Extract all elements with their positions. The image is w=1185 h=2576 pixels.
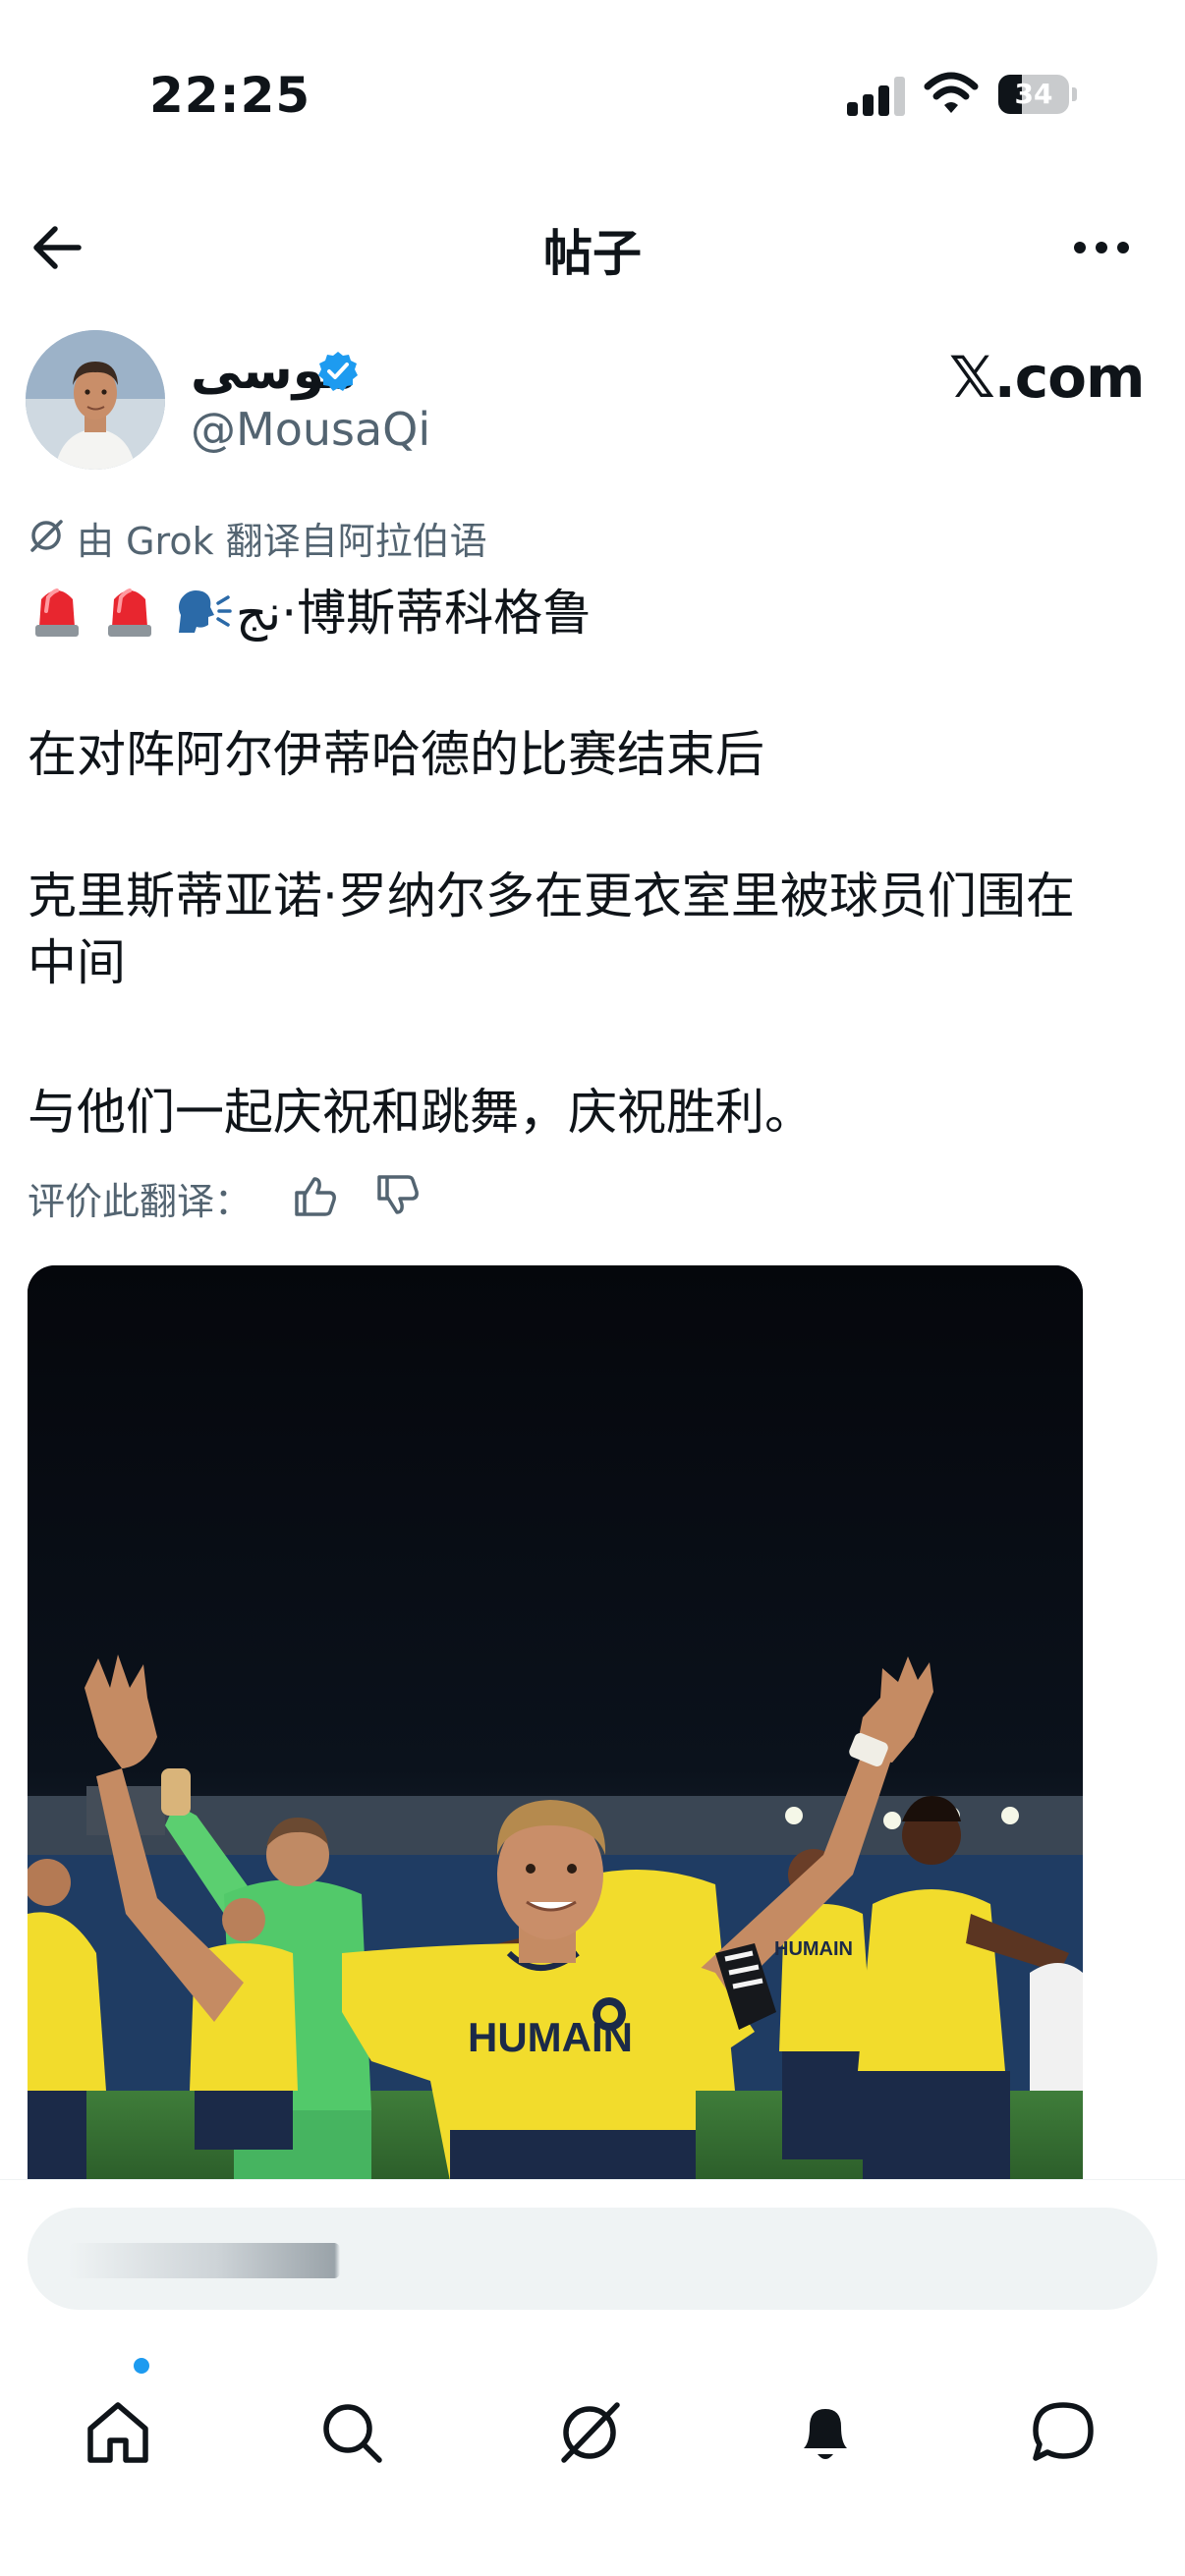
police-light-emoji <box>35 588 79 637</box>
thumbs-down-icon[interactable] <box>375 1173 421 1218</box>
body-line-4: 中间 <box>28 934 126 991</box>
reply-bar <box>0 2179 1185 2348</box>
more-horizontal-icon[interactable] <box>1071 230 1132 265</box>
post-image[interactable]: HUMAIN HUMAIN <box>28 1265 1083 2181</box>
search-icon[interactable] <box>316 2397 387 2468</box>
author-handle[interactable]: @MousaQi <box>191 403 430 456</box>
avatar[interactable] <box>26 330 165 470</box>
source-label: 𝕏.com <box>949 344 1145 411</box>
home-notification-dot <box>134 2358 149 2374</box>
translation-note[interactable]: 由 Grok 翻译自阿拉伯语 <box>77 511 487 565</box>
tab-bar <box>0 2348 1185 2576</box>
status-time: 22:25 <box>149 67 311 124</box>
page-title: 帖子 <box>543 225 642 282</box>
grok-icon[interactable] <box>554 2397 625 2468</box>
cell-signal-icon <box>847 77 906 116</box>
chat-bubble-icon[interactable] <box>1028 2397 1099 2468</box>
battery-icon: 34 <box>998 75 1077 114</box>
status-bar: 22:25 34 <box>0 0 1185 187</box>
police-light-emoji <box>108 588 151 637</box>
wifi-icon <box>924 72 979 113</box>
grok-icon <box>30 520 63 552</box>
post-detail-screen: 22:25 34 帖子 موسى @MousaQi 𝕏.com 由 Grok 翻… <box>0 0 1185 2576</box>
body-line-1: ﻧﺞ·博斯蒂科格鲁 <box>236 585 592 642</box>
rate-translation-label: 评价此翻译： <box>28 1180 253 1223</box>
verified-badge-icon <box>318 352 358 391</box>
body-line-2: 在对阵阿尔伊蒂哈德的比赛结束后 <box>28 726 764 783</box>
speaking-head-emoji <box>179 590 232 633</box>
body-line-3: 克里斯蒂亚诺·罗纳尔多在更衣室里被球员们围在 <box>28 868 1075 924</box>
bell-icon[interactable] <box>790 2397 861 2468</box>
thumbs-up-icon[interactable] <box>293 1173 338 1218</box>
home-icon[interactable] <box>83 2397 153 2468</box>
body-line-5: 与他们一起庆祝和跳舞，庆祝胜利。 <box>28 1084 814 1141</box>
battery-level: 34 <box>1014 78 1053 110</box>
reply-input-redacted <box>69 2243 340 2278</box>
svg-text:HUMAIN: HUMAIN <box>774 1938 853 1960</box>
